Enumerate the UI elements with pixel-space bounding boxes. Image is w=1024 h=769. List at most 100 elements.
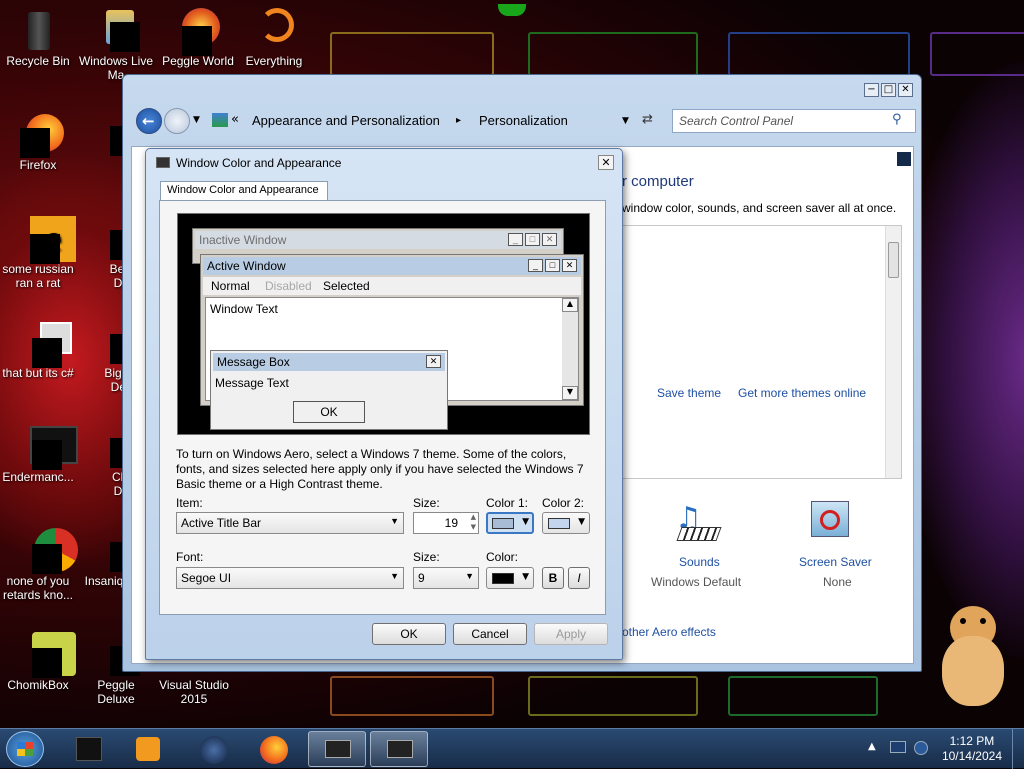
taskbar-media-player[interactable] <box>118 731 176 767</box>
font-label: Font: <box>176 550 204 564</box>
taskbar: ▲ 1:12 PM 10/14/2024 <box>0 728 1024 769</box>
tray-network-icon[interactable] <box>890 741 906 753</box>
desktop-icon-firefox[interactable]: Firefox <box>0 112 76 172</box>
font-size-select[interactable]: 9 ▼ <box>413 567 479 589</box>
show-desktop-button[interactable] <box>1012 729 1024 769</box>
minimize-button[interactable]: − <box>864 83 879 97</box>
monitor-icon <box>387 740 413 758</box>
globe-icon <box>200 736 228 764</box>
apply-button[interactable]: Apply <box>534 623 608 645</box>
bold-toggle[interactable]: B <box>542 567 564 589</box>
tab-window-color[interactable]: Window Color and Appearance <box>160 181 328 201</box>
inactive-minimize-icon: _ <box>508 233 523 246</box>
dialog-close-button[interactable]: ✕ <box>598 155 614 170</box>
themes-scrollbar[interactable] <box>885 226 901 478</box>
active-close-icon: ✕ <box>562 259 577 272</box>
preview-inactive-title: Inactive Window _ □ ✕ <box>195 231 561 249</box>
tray-expand-icon[interactable]: ▲ <box>868 741 876 752</box>
tray-volume-icon[interactable] <box>914 741 928 755</box>
cancel-button[interactable]: Cancel <box>453 623 527 645</box>
clock-date: 10/14/2024 <box>941 749 1002 763</box>
font-size-label: Size: <box>413 550 440 564</box>
chevron-down-icon: ▼ <box>522 572 529 582</box>
dialog-app-icon <box>156 157 170 168</box>
desktop-icon-windows-live[interactable]: Windows Live Ma <box>78 8 154 82</box>
preview-menu-bar: Normal Disabled Selected <box>203 277 581 295</box>
preview-msgbox-title: Message Box ✕ <box>213 353 445 371</box>
breadcrumb-separator[interactable]: ▸ <box>456 115 461 126</box>
taskbar-clock[interactable]: 1:12 PM 10/14/2024 <box>942 734 1002 764</box>
page-subheading: window color, sounds, and screen saver a… <box>622 201 897 215</box>
search-icon[interactable]: ⚲ <box>892 112 902 127</box>
desktop-icon-endermanch[interactable]: Endermanc... <box>0 424 78 484</box>
screen-saver-title[interactable]: Screen Saver <box>799 555 872 569</box>
desktop-icon-that-but-its-csharp[interactable]: that but its c# <box>0 320 76 380</box>
breadcrumb-personalization[interactable]: Personalization <box>479 113 568 128</box>
address-dropdown-icon[interactable]: ▼ <box>622 116 629 126</box>
chevron-down-icon: ▼ <box>390 571 399 581</box>
desktop-icon-peggle-world[interactable]: Peggle World <box>160 8 236 68</box>
back-arrow-icon: ← <box>142 112 155 130</box>
taskbar-app-3[interactable] <box>184 731 242 767</box>
size-down-icon[interactable]: ▼ <box>471 523 476 531</box>
screen-saver-icon <box>811 501 849 537</box>
window-caption-buttons: − □ ✕ <box>864 83 913 97</box>
taskbar-window-color[interactable] <box>308 731 366 767</box>
ok-button[interactable]: OK <box>372 623 446 645</box>
get-more-themes-link[interactable]: Get more themes online <box>738 386 866 400</box>
chevron-left-icon[interactable]: « <box>231 112 239 127</box>
maximize-button[interactable]: □ <box>881 83 896 97</box>
italic-toggle[interactable]: I <box>568 567 590 589</box>
help-icon[interactable] <box>897 152 911 166</box>
forward-button[interactable] <box>164 108 190 134</box>
refresh-icon[interactable]: ⇄ <box>642 112 653 127</box>
recent-pages-dropdown-icon[interactable]: ▼ <box>193 115 200 125</box>
scrollbar-thumb[interactable] <box>888 242 899 278</box>
piano-keys-icon <box>676 527 722 541</box>
media-player-icon <box>136 737 160 761</box>
close-button[interactable]: ✕ <box>898 83 913 97</box>
dialog-tab-panel: Inactive Window _ □ ✕ Active Window _ □ … <box>159 200 606 615</box>
color2-button[interactable]: ▼ <box>542 512 590 534</box>
size-up-icon[interactable]: ▲ <box>471 513 476 521</box>
desktop-icon-everything[interactable]: Everything <box>236 8 312 68</box>
breadcrumb-appearance[interactable]: Appearance and Personalization <box>252 113 440 128</box>
font-select[interactable]: Segoe UI ▼ <box>176 567 404 589</box>
windows-logo-icon <box>17 742 33 756</box>
firefox-icon <box>260 736 288 764</box>
color2-swatch <box>548 518 570 529</box>
clock-time: 1:12 PM <box>949 734 995 748</box>
aero-effects-link[interactable]: other Aero effects <box>622 625 716 639</box>
color1-button[interactable]: ▼ <box>486 512 534 534</box>
display-window-icon <box>325 740 351 758</box>
inactive-maximize-icon: □ <box>525 233 540 246</box>
sounds-title[interactable]: Sounds <box>679 555 720 569</box>
color2-label: Color 2: <box>542 496 585 510</box>
taskbar-firefox[interactable] <box>246 731 304 767</box>
item-size-stepper[interactable]: 19 ▲ ▼ <box>413 512 479 534</box>
desktop-icon-chomikbox[interactable]: ChomikBox <box>0 632 76 692</box>
back-button[interactable]: ← <box>136 108 162 134</box>
item-size-label: Size: <box>413 496 440 510</box>
page-heading: r computer <box>622 173 694 190</box>
dialog-title: Window Color and Appearance <box>176 156 342 170</box>
desktop-icon-some-russian[interactable]: e some russian ran a rat <box>0 216 76 290</box>
theme-preview[interactable]: Inactive Window _ □ ✕ Active Window _ □ … <box>177 213 590 435</box>
recycle-bin-icon <box>28 12 50 50</box>
taskbar-app-1[interactable] <box>60 731 118 767</box>
save-theme-link[interactable]: Save theme <box>657 386 721 400</box>
font-color-swatch <box>492 573 514 584</box>
screen-saver-option[interactable]: Screen Saver None <box>787 497 907 592</box>
desktop-icon-none-of-you[interactable]: none of you retards kno... <box>0 528 78 602</box>
screen-saver-value: None <box>823 575 852 589</box>
preview-menu-normal: Normal <box>211 279 250 293</box>
desktop-icon-recycle-bin[interactable]: Recycle Bin <box>0 8 76 68</box>
themes-list: Save theme Get more themes online <box>622 225 902 479</box>
font-color-button[interactable]: ▼ <box>486 567 534 589</box>
aero-description: To turn on Windows Aero, select a Window… <box>176 447 584 491</box>
search-input[interactable]: Search Control Panel <box>672 109 916 133</box>
taskbar-control-panel[interactable] <box>370 731 428 767</box>
sounds-option[interactable]: ♫ Sounds Windows Default <box>637 497 757 592</box>
start-button[interactable] <box>6 731 44 767</box>
item-select[interactable]: Active Title Bar ▼ <box>176 512 404 534</box>
